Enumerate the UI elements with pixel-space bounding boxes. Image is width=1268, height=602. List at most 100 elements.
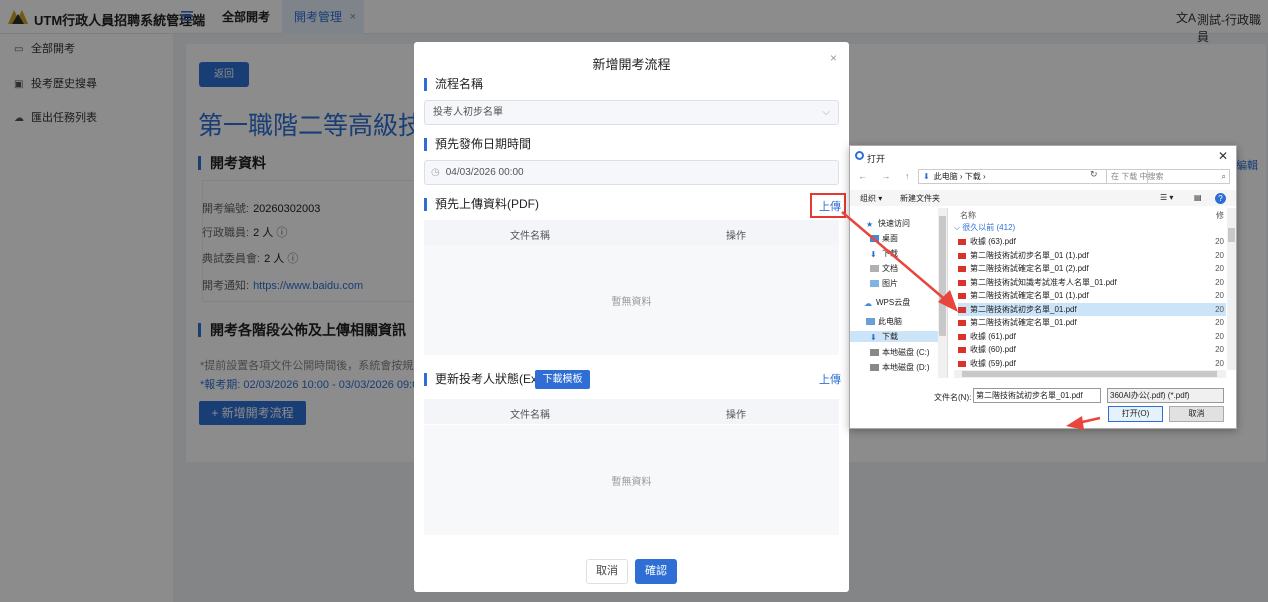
pdf-upload-label: 預先上傳資料(PDF)	[424, 198, 539, 211]
tree-label: 下载	[882, 332, 898, 341]
empty-text: 暫無資料	[611, 297, 652, 308]
view-options-icon[interactable]: ☰ ▾	[1160, 193, 1173, 202]
group-label: 很久以前 (412)	[962, 223, 1016, 232]
flow-name-label: 流程名稱	[424, 78, 483, 91]
list-item[interactable]: 收據 (61).pdf 20	[958, 330, 1226, 343]
tree-item-quick-access[interactable]: ★ 快速访问	[866, 218, 910, 229]
cancel-button[interactable]: 取消	[586, 559, 628, 584]
download-icon: ⬇	[923, 172, 930, 181]
new-folder-button[interactable]: 新建文件夹	[900, 193, 940, 204]
address-path: 此电脑 › 下载 ›	[933, 172, 986, 181]
computer-icon	[866, 318, 875, 326]
drive-icon	[870, 349, 879, 357]
file-date: 20	[1215, 278, 1224, 287]
modal-title: 新增開考流程	[592, 57, 671, 72]
add-flow-modal: 新增開考流程 × 流程名稱 投考人初步名單 ⌵ 預先發佈日期時間 ◷ 04/03/…	[414, 42, 849, 592]
file-name: 第二階技術試確定名單_01.pdf	[970, 318, 1077, 327]
organize-menu[interactable]: 组织 ▾	[860, 193, 882, 204]
column-header-name[interactable]: 名称	[960, 210, 976, 221]
column-header-file-name: 文件名稱	[510, 231, 550, 242]
clock-icon: ◷	[431, 167, 440, 178]
list-horizontal-scrollbar-thumb[interactable]	[962, 371, 1217, 377]
excel-table-body: 暫無資料	[424, 425, 839, 535]
tree-label: 本地磁盘 (C:)	[882, 348, 930, 357]
list-item-selected[interactable]: 第二階技術試初步名單_01.pdf 20	[958, 303, 1226, 316]
file-date: 20	[1215, 345, 1224, 354]
download-template-button[interactable]: 下載模板	[535, 370, 590, 389]
file-date: 20	[1215, 305, 1224, 314]
file-date: 20	[1215, 291, 1224, 300]
pdf-file-icon	[958, 292, 966, 299]
file-name: 第二階技術試初步名單_01.pdf	[970, 305, 1077, 314]
pdf-file-icon	[958, 319, 966, 326]
tree-label: 下载	[882, 249, 898, 258]
tree-item-drive-c[interactable]: 本地磁盘 (C:)	[870, 347, 930, 358]
refresh-icon[interactable]: ↻	[1090, 169, 1098, 180]
file-name: 收據 (63).pdf	[970, 237, 1016, 246]
tree-label: 此电脑	[878, 317, 902, 326]
file-name: 收據 (59).pdf	[970, 359, 1016, 368]
pdf-file-icon	[958, 252, 966, 259]
list-item[interactable]: 第二階技術試知識考試准考人名單_01.pdf 20	[958, 276, 1226, 289]
tree-scrollbar-thumb[interactable]	[939, 216, 946, 336]
list-item[interactable]: 第二階技術試初步名單_01 (1).pdf 20	[958, 249, 1226, 262]
list-item[interactable]: 第二階技術試確定名單_01 (2).pdf 20	[958, 262, 1226, 275]
download-icon: ⬇	[870, 250, 877, 260]
chevron-down-icon: ⌵	[822, 107, 830, 118]
tree-item-this-pc[interactable]: 此电脑	[866, 316, 902, 327]
excel-upload-button[interactable]: 上傳	[819, 371, 841, 387]
file-date: 20	[1215, 237, 1224, 246]
publish-date-picker[interactable]: ◷ 04/03/2026 00:00	[424, 160, 839, 185]
file-name: 第二階技術試初步名單_01 (1).pdf	[970, 251, 1089, 260]
list-item[interactable]: 收據 (59).pdf 20	[958, 357, 1226, 370]
filename-input[interactable]: 第二階技術試初步名單_01.pdf	[973, 388, 1101, 403]
tree-item-desktop[interactable]: 桌面	[870, 233, 898, 244]
nav-arrows[interactable]: ← → ↑	[858, 171, 916, 181]
pdf-file-icon	[958, 306, 966, 313]
help-icon[interactable]: ?	[1215, 193, 1226, 204]
dialog-cancel-button[interactable]: 取消	[1169, 406, 1224, 422]
tree-item-pictures[interactable]: 图片	[870, 278, 898, 289]
search-placeholder: 在 下载 中搜索	[1111, 172, 1164, 181]
preview-pane-icon[interactable]: ▤	[1194, 193, 1202, 202]
close-icon[interactable]: ×	[830, 51, 837, 65]
file-name: 收據 (60).pdf	[970, 345, 1016, 354]
file-date: 20	[1215, 264, 1224, 273]
file-name: 第二階技術試確定名單_01 (1).pdf	[970, 291, 1089, 300]
close-icon[interactable]: ✕	[1218, 149, 1228, 163]
flow-name-select[interactable]: 投考人初步名單 ⌵	[424, 100, 839, 125]
list-scrollbar-thumb[interactable]	[1228, 228, 1235, 242]
tree-label: 本地磁盘 (D:)	[882, 363, 930, 372]
file-type-select[interactable]: 360AI办公(.pdf) (*.pdf)	[1107, 388, 1224, 403]
list-item[interactable]: 第二階技術試確定名單_01.pdf 20	[958, 316, 1226, 329]
column-header-modified[interactable]: 修	[1216, 210, 1224, 221]
file-open-dialog: 打开 ✕ ← → ↑ ⬇ 此电脑 › 下载 › ↻ 在 下载 中搜索 ⌕ 组织 ▾…	[849, 145, 1237, 429]
column-header-file-name: 文件名稱	[510, 410, 550, 421]
pdf-table-body: 暫無資料	[424, 245, 839, 355]
file-name: 第二階技術試確定名單_01 (2).pdf	[970, 264, 1089, 273]
star-icon: ★	[866, 220, 874, 230]
group-header[interactable]: ⌵ 很久以前 (412)	[954, 222, 1015, 233]
list-item[interactable]: 第二階技術試確定名單_01 (1).pdf 20	[958, 289, 1226, 302]
drive-icon	[870, 364, 879, 372]
pdf-file-icon	[958, 279, 966, 286]
tree-item-downloads-pc[interactable]: ⬇ 下载	[850, 331, 938, 342]
file-date: 20	[1215, 332, 1224, 341]
file-date: 20	[1215, 251, 1224, 260]
tree-item-drive-d[interactable]: 本地磁盘 (D:)	[870, 362, 930, 373]
list-item[interactable]: 收據 (63).pdf 20	[958, 235, 1226, 248]
pdf-file-icon	[958, 333, 966, 340]
tree-item-documents[interactable]: 文档	[870, 263, 898, 274]
search-input[interactable]: 在 下载 中搜索 ⌕	[1106, 169, 1230, 184]
picture-icon	[870, 280, 879, 288]
list-item[interactable]: 收據 (60).pdf 20	[958, 343, 1226, 356]
tree-item-wps-cloud[interactable]: ☁ WPS云盘	[864, 297, 910, 308]
file-date: 20	[1215, 318, 1224, 327]
file-name: 第二階技術試知識考試准考人名單_01.pdf	[970, 278, 1117, 287]
confirm-button[interactable]: 確認	[635, 559, 677, 584]
open-button[interactable]: 打开(O)	[1108, 406, 1163, 422]
dialog-title: 打开	[867, 154, 886, 164]
tree-item-downloads[interactable]: ⬇ 下载	[870, 248, 898, 259]
navigation-tree: ★ 快速访问 桌面 ⬇ 下载 文档 图片 ☁ WPS云盘 此电脑 ⬇ 下载 本地磁盘 (…	[850, 208, 948, 378]
pdf-file-icon	[958, 360, 966, 367]
